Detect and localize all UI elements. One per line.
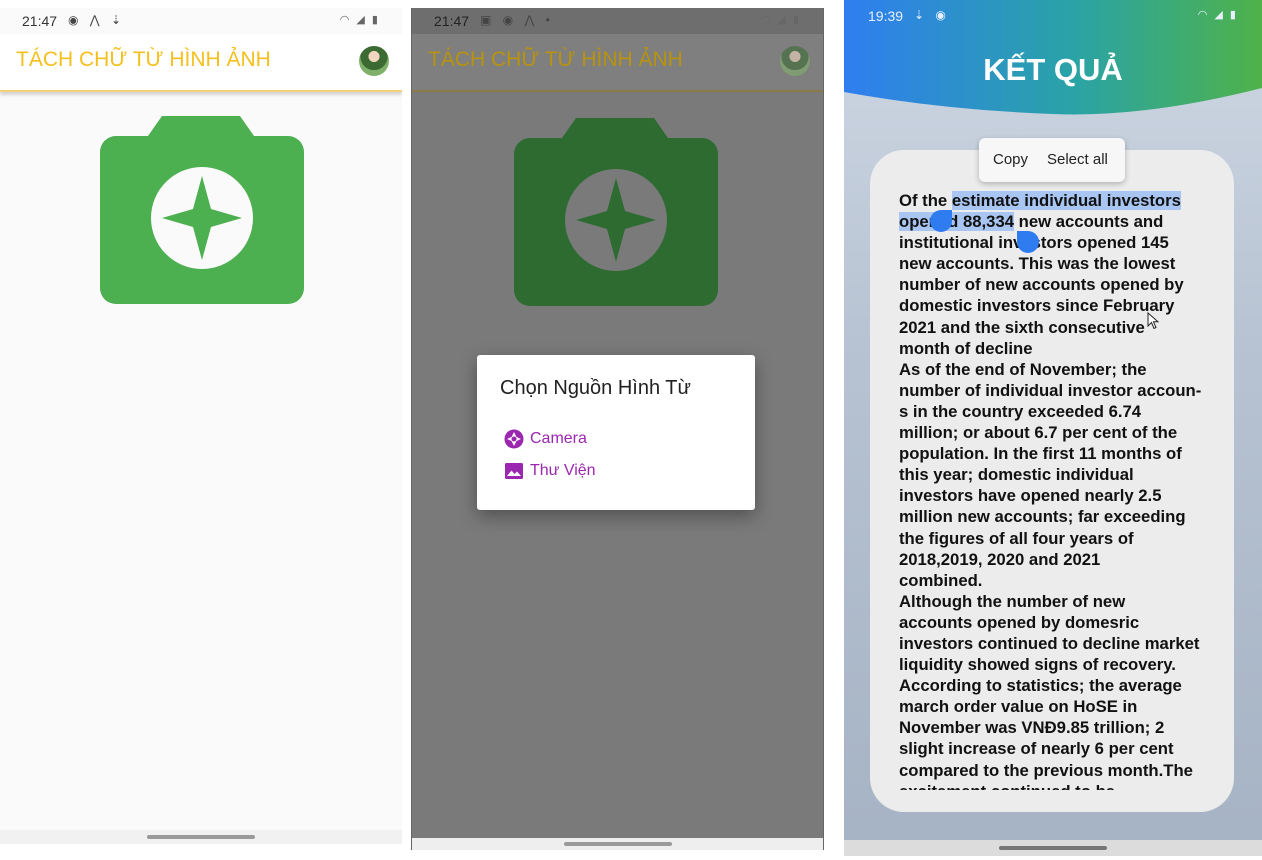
home-gesture-bar[interactable] xyxy=(563,842,672,846)
screen-home: 21:47 ◉ ⋀ ⇣ ◠ ◢ ▮ TÁCH CHỮ TỪ HÌNH ẢNH xyxy=(0,8,402,844)
status-bar: 21:47 ◉ ⋀ ⇣ ◠ ◢ ▮ xyxy=(0,8,402,34)
notification-icons: ▣ ◉ ⋀ • xyxy=(480,13,554,27)
app-bar: TÁCH CHỮ TỪ HÌNH ẢNH xyxy=(0,34,402,92)
notification-icons: ◉ ⋀ ⇣ xyxy=(68,13,126,27)
text-before: Of the xyxy=(899,191,952,210)
dialog-title: Chọn Nguồn Hình Từ xyxy=(500,377,691,399)
selection-handle-start[interactable] xyxy=(930,210,952,232)
copy-button[interactable]: Copy xyxy=(993,151,1028,168)
mouse-pointer-icon xyxy=(1147,312,1159,330)
home-gesture-bar[interactable] xyxy=(999,846,1107,850)
option-camera-label: Camera xyxy=(530,430,587,447)
select-all-button[interactable]: Select all xyxy=(1047,151,1108,168)
notification-icons: ⇣ ◉ xyxy=(914,8,950,22)
result-text[interactable]: Of the estimate individual investors ope… xyxy=(899,190,1215,790)
status-bar: 21:47 ▣ ◉ ⋀ • ◠ ◢ ▮ xyxy=(412,8,823,34)
avatar[interactable] xyxy=(359,46,389,76)
status-time: 21:47 xyxy=(22,13,58,29)
screen-choose-source: 21:47 ▣ ◉ ⋀ • ◠ ◢ ▮ TÁCH CHỮ TỪ HÌNH ẢNH… xyxy=(411,8,824,850)
text-selection-menu: Copy Select all xyxy=(979,138,1125,182)
text-after: new accounts and institutional investors… xyxy=(899,212,1202,790)
status-time: 19:39 xyxy=(868,8,904,24)
image-gallery-icon xyxy=(505,463,523,479)
option-camera[interactable]: Camera xyxy=(504,426,587,452)
signal-battery-icons: ◠ ◢ ▮ xyxy=(339,14,380,26)
result-title: KẾT QUẢ xyxy=(983,52,1123,87)
screen-result: 19:39 ⇣ ◉ ◠ ◢ ▮ KẾT QUẢ Of the estimate … xyxy=(844,0,1262,856)
nav-bar xyxy=(412,838,823,850)
app-title: TÁCH CHỮ TỪ HÌNH ẢNH xyxy=(16,48,271,71)
home-gesture-bar[interactable] xyxy=(147,835,255,839)
source-dialog: Chọn Nguồn Hình Từ Camera Thư Viện xyxy=(477,355,755,510)
option-gallery-label: Thư Viện xyxy=(530,462,596,479)
camera-icon xyxy=(514,118,718,306)
nav-bar xyxy=(844,840,1262,856)
signal-battery-icons: ◠ ◢ ▮ xyxy=(1197,9,1238,21)
app-title: TÁCH CHỮ TỪ HÌNH ẢNH xyxy=(428,48,683,71)
status-time: 21:47 xyxy=(434,13,470,29)
result-card: Of the estimate individual investors ope… xyxy=(870,150,1234,812)
camera-shutter-icon xyxy=(504,429,524,449)
option-gallery[interactable]: Thư Viện xyxy=(504,458,596,484)
nav-bar xyxy=(0,830,402,844)
avatar xyxy=(780,46,810,76)
camera-icon[interactable] xyxy=(100,116,304,304)
signal-battery-icons: ◠ ◢ ▮ xyxy=(760,14,801,26)
app-bar: TÁCH CHỮ TỪ HÌNH ẢNH xyxy=(412,34,823,92)
selection-handle-end[interactable] xyxy=(1017,231,1039,253)
